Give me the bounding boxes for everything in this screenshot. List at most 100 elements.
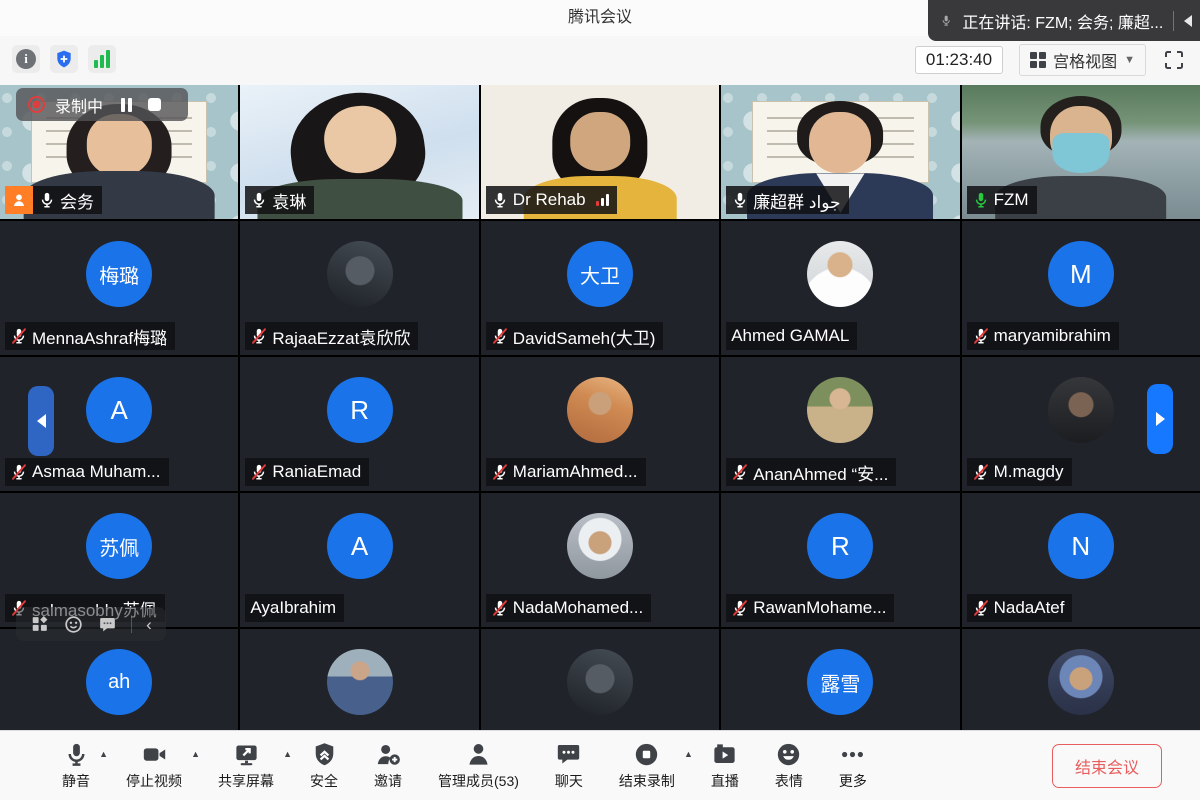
avatar: 苏佩 <box>86 513 152 579</box>
avatar <box>807 377 873 443</box>
participant-tile[interactable]: NNadaAtef <box>962 493 1200 627</box>
avatar <box>807 241 873 307</box>
avatar: 大卫 <box>567 241 633 307</box>
participant-tile[interactable]: 大卫 DavidSameh(大卫) <box>481 221 719 355</box>
emoji-reaction-icon[interactable] <box>64 615 83 634</box>
participant-name: RajaaEzzat袁欣欣 <box>272 324 410 349</box>
toolbar-manage-members-button[interactable]: 管理成员(53) <box>438 741 519 791</box>
avatar: R <box>807 513 873 579</box>
recording-status: 录制中 <box>55 93 103 117</box>
participant-tile[interactable]: MariamAhmed... <box>481 357 719 491</box>
avatar: ah <box>86 649 152 715</box>
previous-page-arrow[interactable] <box>28 386 54 456</box>
participant-tile[interactable]: 廉超群 جواد <box>721 85 959 219</box>
menu-caret-icon[interactable]: ▲ <box>283 749 292 759</box>
toolbar-stop-video-button[interactable]: 停止视频▲ <box>126 741 182 791</box>
participant-tile[interactable]: 袁琳 <box>240 85 478 219</box>
toolbar-more-button[interactable]: 更多 <box>839 741 867 791</box>
participant-tile[interactable]: SaraEmamMoh... <box>481 629 719 731</box>
mic-on-icon <box>491 191 509 209</box>
participant-tile[interactable]: 露雪YasminGhone(... <box>721 629 959 731</box>
participant-name: 廉超群 جواد <box>753 188 840 213</box>
name-label-row: MennaAshraf梅璐 <box>5 322 175 350</box>
mic-on-icon <box>250 191 268 209</box>
avatar: 梅璐 <box>86 241 152 307</box>
microphone-icon <box>63 741 90 768</box>
participant-tile[interactable]: 袁天Tabah <box>240 629 478 731</box>
participant-name: AyaIbrahim <box>250 598 336 618</box>
live-icon <box>711 741 738 768</box>
avatar <box>1048 649 1114 715</box>
speaking-banner: 正在讲话: FZM; 会务; 廉超... <box>928 0 1200 41</box>
name-label-row: M.magdy <box>967 458 1072 486</box>
signal-bars-icon <box>94 50 110 68</box>
muted-mic-icon <box>731 463 749 481</box>
layout-icon[interactable] <box>30 614 50 634</box>
participant-tile[interactable]: NadaMohamed... <box>481 493 719 627</box>
view-mode-button[interactable]: 宫格视图 ▼ <box>1019 44 1146 76</box>
toolbar-stop-recording-button[interactable]: 结束录制▲ <box>619 741 675 791</box>
collapse-banner-icon[interactable] <box>1184 15 1192 27</box>
speaking-text: 正在讲话: FZM; 会务; 廉超... <box>962 9 1163 33</box>
muted-mic-icon <box>731 599 749 617</box>
participant-tile[interactable]: Mmaryamibrahim <box>962 221 1200 355</box>
name-label-row: Asmaa Muham... <box>5 458 169 486</box>
avatar <box>327 241 393 307</box>
menu-caret-icon[interactable]: ▲ <box>684 749 693 759</box>
menu-caret-icon[interactable]: ▲ <box>191 749 200 759</box>
stop-recording-button[interactable] <box>148 98 161 111</box>
toolbar-security-button[interactable]: 安全 <box>310 741 338 791</box>
toolbar-share-screen-button[interactable]: 共享屏幕▲ <box>218 741 274 791</box>
participant-tile[interactable]: 梅璐 MennaAshraf梅璐 <box>0 221 238 355</box>
participant-tile[interactable]: Ahmed GAMAL <box>721 221 959 355</box>
participant-tile[interactable]: 录制中会务 <box>0 85 238 219</box>
quick-toolbar: ‹ <box>16 607 166 641</box>
participant-tile[interactable]: RRaniaEmad <box>240 357 478 491</box>
screen-share-icon <box>233 741 260 768</box>
menu-caret-icon[interactable]: ▲ <box>99 749 108 759</box>
fullscreen-button[interactable] <box>1162 48 1186 72</box>
name-label-row: RawanMohame... <box>726 594 894 622</box>
muted-mic-icon <box>250 327 268 345</box>
meeting-info-button[interactable]: i <box>12 45 40 73</box>
avatar <box>567 377 633 443</box>
toolbar-live-button[interactable]: 直播 <box>711 741 739 791</box>
meeting-window: 腾讯会议 正在讲话: FZM; 会务; 廉超... i 01:23:40 宫格视… <box>0 0 1200 800</box>
name-label-row: Ahmed GAMAL <box>726 322 857 350</box>
toolbar-emoji-button[interactable]: 表情 <box>775 741 803 791</box>
muted-mic-icon <box>10 463 28 481</box>
banner-divider <box>1173 11 1174 31</box>
recording-overlay: 录制中 <box>16 88 188 121</box>
participant-tile[interactable]: sherryff翌 <box>962 629 1200 731</box>
mic-on-icon <box>731 191 749 209</box>
participant-tile[interactable]: R RawanMohame... <box>721 493 959 627</box>
participant-name: 袁琳 <box>272 188 306 213</box>
participant-tile[interactable]: AAyaIbrahim <box>240 493 478 627</box>
toolbar-chat-button[interactable]: 聊天 <box>555 741 583 791</box>
next-page-arrow[interactable] <box>1147 384 1173 454</box>
members-icon <box>465 741 492 768</box>
end-meeting-button[interactable]: 结束会议 <box>1052 744 1162 788</box>
toolbar-invite-button[interactable]: 邀请 <box>374 741 402 791</box>
record-dot-icon <box>28 96 45 113</box>
chat-bubble-icon[interactable] <box>98 615 117 634</box>
pause-recording-button[interactable] <box>121 98 132 112</box>
security-status-button[interactable] <box>50 45 78 73</box>
participant-tile[interactable]: RajaaEzzat袁欣欣 <box>240 221 478 355</box>
participant-tile[interactable]: Dr Rehab <box>481 85 719 219</box>
shield-icon <box>311 741 338 768</box>
participant-tile[interactable]: FZM <box>962 85 1200 219</box>
collapse-quickbar-icon[interactable]: ‹ <box>146 616 152 633</box>
chat-icon <box>555 741 582 768</box>
participant-tile[interactable]: ah叶月Rahim Abdel <box>0 629 238 731</box>
participant-tile[interactable]: AnanAhmed “安... <box>721 357 959 491</box>
network-status-button[interactable] <box>88 45 116 73</box>
invite-icon <box>375 741 402 768</box>
name-label-row: NadaMohamed... <box>486 594 651 622</box>
muted-mic-icon <box>972 463 990 481</box>
participant-name: Asmaa Muham... <box>32 462 161 482</box>
toolbar-mute-button[interactable]: 静音▲ <box>62 741 90 791</box>
name-label-row: DavidSameh(大卫) <box>486 322 664 350</box>
avatar <box>567 513 633 579</box>
avatar <box>567 649 633 715</box>
